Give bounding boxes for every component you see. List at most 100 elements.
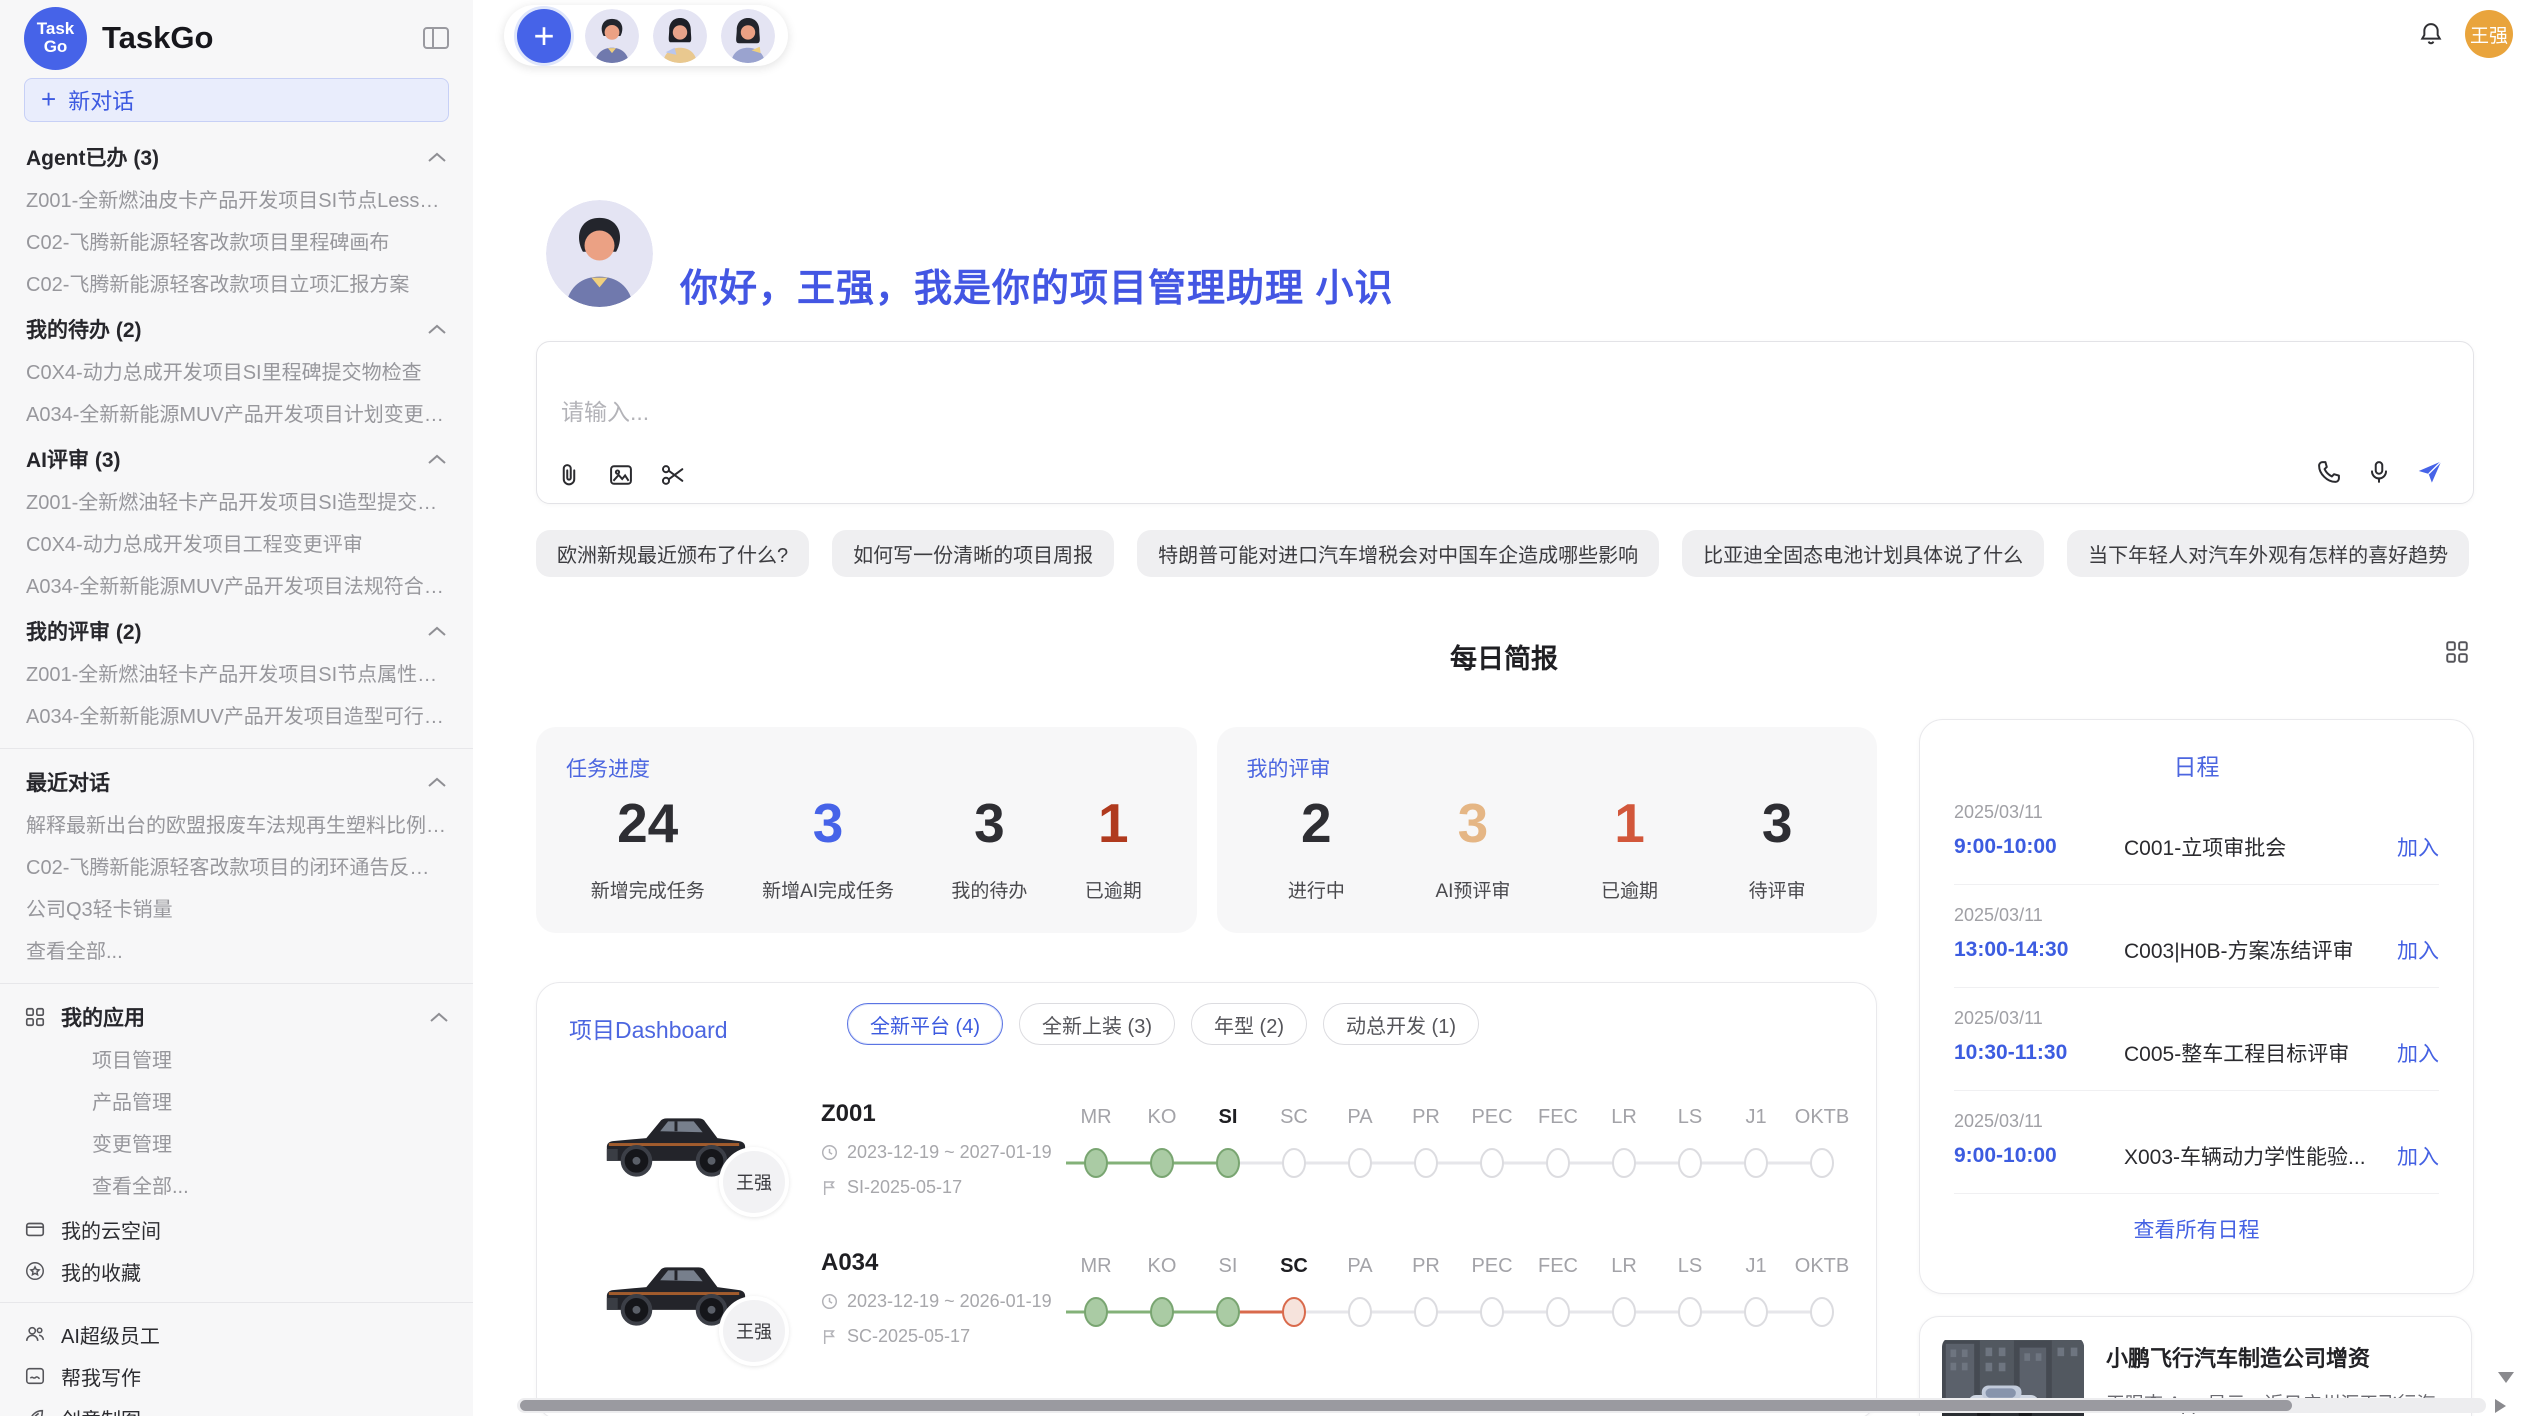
- dashboard-filter-tab[interactable]: 动总开发 (1): [1323, 1003, 1479, 1045]
- stat-label: AI预评审: [1435, 876, 1510, 903]
- project-vehicle-image: 王强: [595, 1097, 753, 1201]
- sidebar-item-favorites[interactable]: 我的收藏: [0, 1250, 473, 1292]
- sidebar-list-item[interactable]: A034-全新新能源MUV产品开发项目法规符合性评审: [0, 566, 473, 608]
- sidebar-list-item[interactable]: Z001-全新燃油皮卡产品开发项目SI节点Lesson Learn报告: [0, 180, 473, 222]
- event-name: C001-立项审批会: [2124, 832, 2383, 862]
- sidebar-list-item[interactable]: C0X4-动力总成开发项目工程变更评审: [0, 524, 473, 566]
- paperclip-icon[interactable]: [555, 461, 583, 489]
- sidebar-list-item[interactable]: 公司Q3轻卡销量: [0, 889, 473, 931]
- bell-icon[interactable]: [2417, 20, 2445, 48]
- image-frame-icon: [24, 1365, 46, 1387]
- suggestion-chip[interactable]: 比亚迪全固态电池计划具体说了什么: [1682, 530, 2044, 577]
- sidebar-sub-item[interactable]: 产品管理: [0, 1082, 473, 1124]
- stat: 3 待评审: [1749, 789, 1806, 903]
- chevron-up-icon[interactable]: [429, 1011, 449, 1023]
- event-join-link[interactable]: 加入: [2397, 1038, 2439, 1068]
- sidebar-list-item[interactable]: A034-全新新能源MUV产品开发项目造型可行性评审: [0, 696, 473, 738]
- sidebar-section-header[interactable]: Agent已办 (3): [0, 134, 473, 180]
- sidebar-sub-item[interactable]: 查看全部...: [0, 1166, 473, 1208]
- sidebar-list-item[interactable]: A034-全新新能源MUV产品开发项目计划变更表编写: [0, 394, 473, 436]
- svg-text:LS: LS: [1678, 1255, 1702, 1277]
- horizontal-scrollbar-track[interactable]: [517, 1398, 2486, 1413]
- user-avatar[interactable]: 王强: [2465, 10, 2513, 58]
- svg-text:PR: PR: [1412, 1106, 1440, 1128]
- project-dates-text: 2023-12-19 ~ 2027-01-19: [847, 1142, 1052, 1163]
- phone-icon[interactable]: [2315, 458, 2343, 486]
- event-join-link[interactable]: 加入: [2397, 832, 2439, 862]
- project-owner-badge: 王强: [719, 1296, 789, 1366]
- svg-text:J1: J1: [1745, 1106, 1766, 1128]
- chevron-up-icon[interactable]: [427, 453, 447, 465]
- chevron-up-icon[interactable]: [427, 323, 447, 335]
- scroll-right-arrow[interactable]: [2495, 1399, 2506, 1413]
- event-join-link[interactable]: 加入: [2397, 1141, 2439, 1171]
- project-info: Z001 2023-12-19 ~ 2027-01-19 SI-2025-05-…: [821, 1100, 1066, 1198]
- scroll-down-arrow[interactable]: [2498, 1372, 2514, 1383]
- send-icon[interactable]: [2415, 457, 2445, 487]
- stat-card-title: 我的评审: [1247, 753, 1331, 783]
- sidebar-item-help-write[interactable]: 帮我写作: [0, 1355, 473, 1397]
- stat: 3 我的待办: [951, 789, 1027, 903]
- sidebar-list-item[interactable]: C02-飞腾新能源轻客改款项目立项汇报方案: [0, 264, 473, 306]
- suggestion-chip[interactable]: 特朗普可能对进口汽车增税会对中国车企造成哪些影响: [1137, 530, 1659, 577]
- user-avatar-label: 王强: [2470, 21, 2508, 48]
- sidebar-section-header[interactable]: 我的待办 (2): [0, 306, 473, 352]
- dashboard-filter-tab[interactable]: 年型 (2): [1191, 1003, 1307, 1045]
- sidebar: Task Go TaskGo + 新对话 Agent已办 (3) Z001-全新…: [0, 0, 474, 1416]
- agent-avatar-2[interactable]: [653, 9, 707, 63]
- suggestion-chip[interactable]: 欧洲新规最近颁布了什么?: [536, 530, 809, 577]
- chevron-up-icon[interactable]: [427, 776, 447, 788]
- new-chat-button[interactable]: + 新对话: [24, 78, 449, 122]
- view-all-schedule-link[interactable]: 查看所有日程: [1920, 1214, 2473, 1244]
- agent-avatar-1[interactable]: [585, 9, 639, 63]
- sidebar-item-ai-staff[interactable]: AI超级员工: [0, 1313, 473, 1355]
- mic-icon[interactable]: [2365, 458, 2393, 486]
- schedule-event: 2025/03/11 9:00-10:00 X003-车辆动力学性能验... 加…: [1954, 1091, 2439, 1194]
- sidebar-list-item[interactable]: C02-飞腾新能源轻客改款项目的闭环通告反馈情况: [0, 847, 473, 889]
- sidebar-sub-item[interactable]: 变更管理: [0, 1124, 473, 1166]
- svg-text:SI: SI: [1219, 1106, 1238, 1128]
- agent-avatar-3[interactable]: [721, 9, 775, 63]
- project-code: A034: [821, 1249, 1066, 1277]
- suggestion-chip[interactable]: 如何写一份清晰的项目周报: [832, 530, 1114, 577]
- sidebar-item-creative-draw[interactable]: 创意制图: [0, 1397, 473, 1416]
- collapse-sidebar-icon[interactable]: [423, 27, 449, 49]
- sidebar-list-item[interactable]: 查看全部...: [0, 931, 473, 973]
- stat-value: 2: [1288, 789, 1345, 858]
- schedule-event: 2025/03/11 9:00-10:00 C001-立项审批会 加入: [1954, 782, 2439, 885]
- grid-icon[interactable]: [2444, 639, 2470, 665]
- sidebar-list-item[interactable]: C0X4-动力总成开发项目SI里程碑提交物检查: [0, 352, 473, 394]
- image-icon[interactable]: [607, 461, 635, 489]
- project-code: Z001: [821, 1100, 1066, 1128]
- event-join-link[interactable]: 加入: [2397, 935, 2439, 965]
- event-row: 13:00-14:30 C003|H0B-方案冻结评审 加入: [1954, 935, 2439, 965]
- project-row[interactable]: 王强 A034 2023-12-19 ~ 2026-01-19 SC-2025-…: [537, 1242, 1876, 1353]
- recent-conversations: 最近对话 解释最新出台的欧盟报废车法规再生塑料比例被调至15%...C02-飞腾…: [0, 759, 473, 973]
- sidebar-item-my-apps[interactable]: 我的应用: [0, 994, 473, 1040]
- stat-row: 2 进行中 3 AI预评审 1 已逾期 3 待评审: [1217, 789, 1878, 903]
- chevron-up-icon[interactable]: [427, 625, 447, 637]
- assistant-avatar: [546, 200, 653, 307]
- dashboard-filter-tab[interactable]: 全新上装 (3): [1019, 1003, 1175, 1045]
- sidebar-item-cloud-space[interactable]: 我的云空间: [0, 1208, 473, 1250]
- sidebar-sub-item[interactable]: 项目管理: [0, 1040, 473, 1082]
- chat-input[interactable]: [559, 398, 1763, 427]
- sidebar-section-header[interactable]: 最近对话: [0, 759, 473, 805]
- sidebar-list-item[interactable]: Z001-全新燃油轻卡产品开发项目SI节点属性5D文件评审: [0, 654, 473, 696]
- project-row[interactable]: 王强 Z001 2023-12-19 ~ 2027-01-19 SI-2025-…: [537, 1093, 1876, 1204]
- sidebar-list-item[interactable]: Z001-全新燃油轻卡产品开发项目SI造型提交物评审: [0, 482, 473, 524]
- dashboard-filter-tab[interactable]: 全新平台 (4): [847, 1003, 1003, 1045]
- suggestion-chip[interactable]: 当下年轻人对汽车外观有怎样的喜好趋势: [2067, 530, 2469, 577]
- sidebar-list-item[interactable]: 解释最新出台的欧盟报废车法规再生塑料比例被调至15%...: [0, 805, 473, 847]
- chevron-up-icon[interactable]: [427, 151, 447, 163]
- scissors-icon[interactable]: [659, 461, 687, 489]
- horizontal-scrollbar-thumb[interactable]: [520, 1400, 2292, 1411]
- svg-text:OKTB: OKTB: [1795, 1255, 1849, 1277]
- svg-text:PA: PA: [1347, 1106, 1373, 1128]
- schedule-card: 日程 2025/03/11 9:00-10:00 C001-立项审批会 加入 2…: [1919, 719, 2474, 1294]
- sidebar-section-header[interactable]: AI评审 (3): [0, 436, 473, 482]
- add-agent-button[interactable]: +: [517, 9, 571, 63]
- sidebar-list-item[interactable]: C02-飞腾新能源轻客改款项目里程碑画布: [0, 222, 473, 264]
- project-flag-text: SC-2025-05-17: [847, 1326, 970, 1347]
- sidebar-section-header[interactable]: 我的评审 (2): [0, 608, 473, 654]
